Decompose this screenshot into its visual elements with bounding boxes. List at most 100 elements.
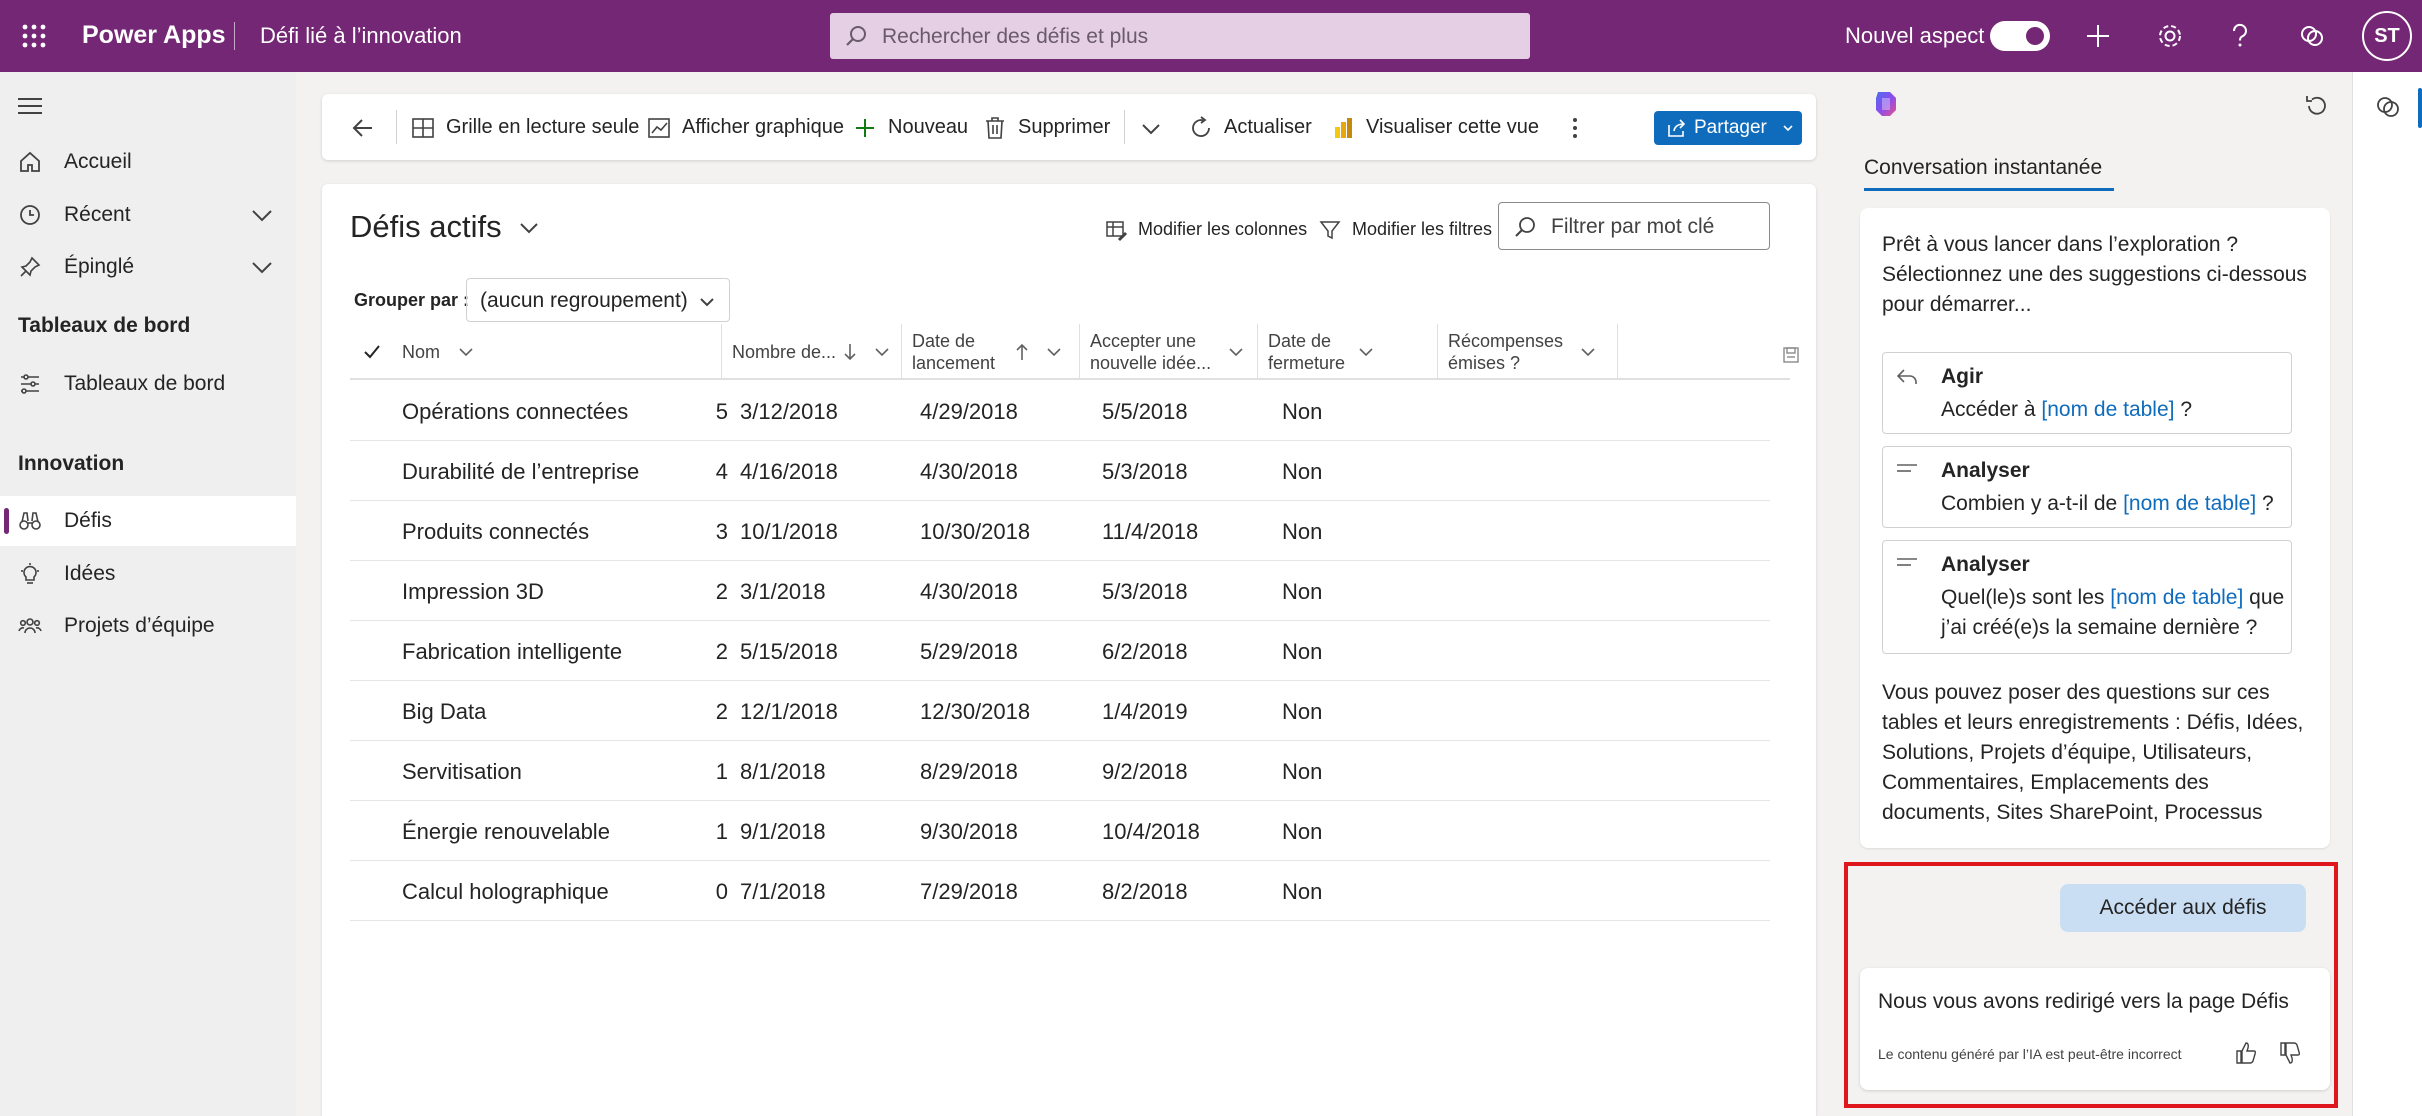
show-chart-button[interactable]: Afficher graphique — [646, 94, 846, 160]
delete-button[interactable]: Supprimer — [982, 94, 1112, 160]
cell-fermeture: 9/2/2018 — [1102, 759, 1188, 784]
view-title[interactable]: Défis actifs — [350, 209, 502, 245]
global-search-input[interactable]: Rechercher des défis et plus — [830, 13, 1530, 59]
table-row[interactable]: Big Data 2 12/1/2018 12/30/2018 1/4/2019… — [350, 681, 1770, 741]
nav-item-idees[interactable]: Idées — [0, 549, 296, 599]
help-icon[interactable] — [2222, 18, 2258, 54]
visualize-view-button[interactable]: Visualiser cette vue — [1330, 94, 1540, 160]
keyword-filter-input[interactable]: Filtrer par mot clé — [1498, 202, 1770, 250]
cell-nombre: 1 — [715, 819, 728, 844]
suggestion-card-analyser-2[interactable]: Analyser Quel(le)s sont les [nom de tabl… — [1882, 540, 2292, 654]
new-button[interactable]: Nouveau — [852, 94, 972, 160]
nav-item-recent[interactable]: Récent — [0, 190, 296, 240]
view-selector-chevron-icon[interactable] — [518, 220, 540, 236]
nav-item-tableaux-de-bord[interactable]: Tableaux de bord — [0, 359, 296, 409]
thumbs-up-icon[interactable] — [2234, 1040, 2260, 1066]
chevron-down-icon — [458, 346, 474, 358]
cell-nom[interactable]: Énergie renouvelable — [402, 819, 610, 845]
cell-lancement: 12/1/2018 — [740, 699, 838, 724]
copilot-icon[interactable] — [2294, 18, 2330, 54]
table-row[interactable]: Durabilité de l’entreprise 4 4/16/2018 4… — [350, 441, 1770, 501]
app-name[interactable]: Défi lié à l’innovation — [260, 23, 462, 49]
tab-conversation[interactable]: Conversation instantanée — [1864, 156, 2102, 180]
copilot-icon[interactable] — [2373, 92, 2403, 122]
cell-recompenses: Non — [1282, 579, 1323, 604]
cell-nom[interactable]: Fabrication intelligente — [402, 639, 622, 665]
app-launcher-icon[interactable] — [16, 18, 52, 54]
back-button[interactable] — [350, 94, 380, 160]
button-label: Grille en lecture seule — [446, 116, 640, 138]
chevron-down-icon[interactable] — [250, 257, 274, 277]
power-bi-icon — [1330, 115, 1356, 141]
grid-icon — [410, 115, 436, 141]
chevron-down-icon — [1358, 346, 1374, 358]
column-header-date-lancement[interactable]: Date de lancement — [902, 324, 1080, 380]
button-label: Modifier les filtres — [1352, 219, 1493, 239]
cell-nom[interactable]: Big Data — [402, 699, 486, 725]
column-header-recompenses[interactable]: Récompenses émises ? — [1438, 324, 1618, 380]
cell-fermeture: 5/3/2018 — [1102, 459, 1188, 484]
plus-icon[interactable] — [2080, 18, 2116, 54]
gear-icon[interactable] — [2152, 18, 2188, 54]
cell-nombre: 4 — [715, 459, 728, 484]
more-commands-chevron[interactable] — [1138, 94, 1164, 160]
avatar[interactable]: ST — [2362, 11, 2412, 61]
filter-icon — [1318, 218, 1342, 242]
read-only-grid-button[interactable]: Grille en lecture seule — [410, 94, 640, 160]
group-by-select[interactable]: (aucun regroupement) — [466, 278, 730, 322]
thumbs-down-icon[interactable] — [2278, 1040, 2304, 1066]
column-header-nom[interactable]: Nom — [392, 324, 722, 380]
nav-item-projets-equipe[interactable]: Projets d’équipe — [0, 601, 296, 651]
welcome-text: Prêt à vous lancer dans l’exploration ? … — [1882, 233, 2307, 316]
data-grid-panel: Défis actifs Modifier les colonnes Modif… — [322, 184, 1816, 1116]
search-placeholder: Rechercher des défis et plus — [882, 25, 1149, 48]
undo-arrow-icon — [1895, 367, 1919, 387]
new-look-toggle[interactable] — [1990, 21, 2050, 51]
edit-columns-button[interactable]: Modifier les colonnes — [1104, 216, 1307, 244]
more-options-button[interactable] — [1562, 94, 1588, 160]
sort-down-arrow-icon — [842, 342, 858, 362]
refresh-icon[interactable] — [2302, 92, 2330, 120]
new-look-label: Nouvel aspect — [1845, 23, 1985, 48]
button-label: Actualiser — [1224, 116, 1312, 138]
hamburger-menu-icon[interactable] — [16, 94, 44, 118]
column-header-date-fermeture[interactable]: Date de fermeture — [1258, 324, 1438, 380]
nav-item-epingle[interactable]: Épinglé — [0, 242, 296, 292]
column-header-nombre[interactable]: Nombre de... — [722, 324, 902, 380]
button-label: Supprimer — [1018, 116, 1111, 138]
cell-nom[interactable]: Opérations connectées — [402, 399, 628, 425]
cell-recompenses: Non — [1282, 699, 1323, 724]
save-icon[interactable] — [1782, 346, 1800, 364]
brand-name[interactable]: Power Apps — [82, 21, 226, 50]
table-row[interactable]: Servitisation 1 8/1/2018 8/29/2018 9/2/2… — [350, 741, 1770, 801]
column-header-accepter-idee[interactable]: Accepter une nouvelle idée... — [1080, 324, 1258, 380]
edit-filters-button[interactable]: Modifier les filtres — [1318, 216, 1492, 244]
chevron-down-icon[interactable] — [250, 205, 274, 225]
cell-fermeture: 8/2/2018 — [1102, 879, 1188, 904]
user-message-bubble: Accéder aux défis — [2060, 884, 2306, 932]
suggestion-card-analyser[interactable]: Analyser Combien y a-t-il de [nom de tab… — [1882, 446, 2292, 528]
suggestion-card-agir[interactable]: Agir Accéder à [nom de table] ? — [1882, 352, 2292, 434]
cell-nom[interactable]: Calcul holographique — [402, 879, 609, 905]
table-row[interactable]: Énergie renouvelable 1 9/1/2018 9/30/201… — [350, 801, 1770, 861]
refresh-button[interactable]: Actualiser — [1188, 94, 1318, 160]
column-label-line: Date de — [1268, 331, 1332, 351]
nav-label: Défis — [64, 509, 112, 532]
cell-nom[interactable]: Servitisation — [402, 759, 522, 785]
cell-nom[interactable]: Durabilité de l’entreprise — [402, 459, 639, 485]
cell-fermeture: 1/4/2019 — [1102, 699, 1188, 724]
table-row[interactable]: Opérations connectées 5 3/12/2018 4/29/2… — [350, 381, 1770, 441]
table-row[interactable]: Impression 3D 2 3/1/2018 4/30/2018 5/3/2… — [350, 561, 1770, 621]
cell-nom[interactable]: Produits connectés — [402, 519, 589, 545]
table-row[interactable]: Fabrication intelligente 2 5/15/2018 5/2… — [350, 621, 1770, 681]
share-button[interactable]: Partager — [1654, 111, 1802, 145]
table-row[interactable]: Produits connectés 3 10/1/2018 10/30/201… — [350, 501, 1770, 561]
group-by-value: (aucun regroupement) — [480, 289, 688, 312]
cell-nom[interactable]: Impression 3D — [402, 579, 544, 605]
table-row[interactable]: Calcul holographique 0 7/1/2018 7/29/201… — [350, 861, 1770, 921]
trash-icon — [982, 115, 1008, 141]
refresh-icon — [1188, 115, 1214, 141]
nav-item-defis[interactable]: Défis — [0, 496, 296, 546]
nav-item-accueil[interactable]: Accueil — [0, 137, 296, 187]
select-all-checkmark-icon[interactable] — [362, 342, 382, 362]
